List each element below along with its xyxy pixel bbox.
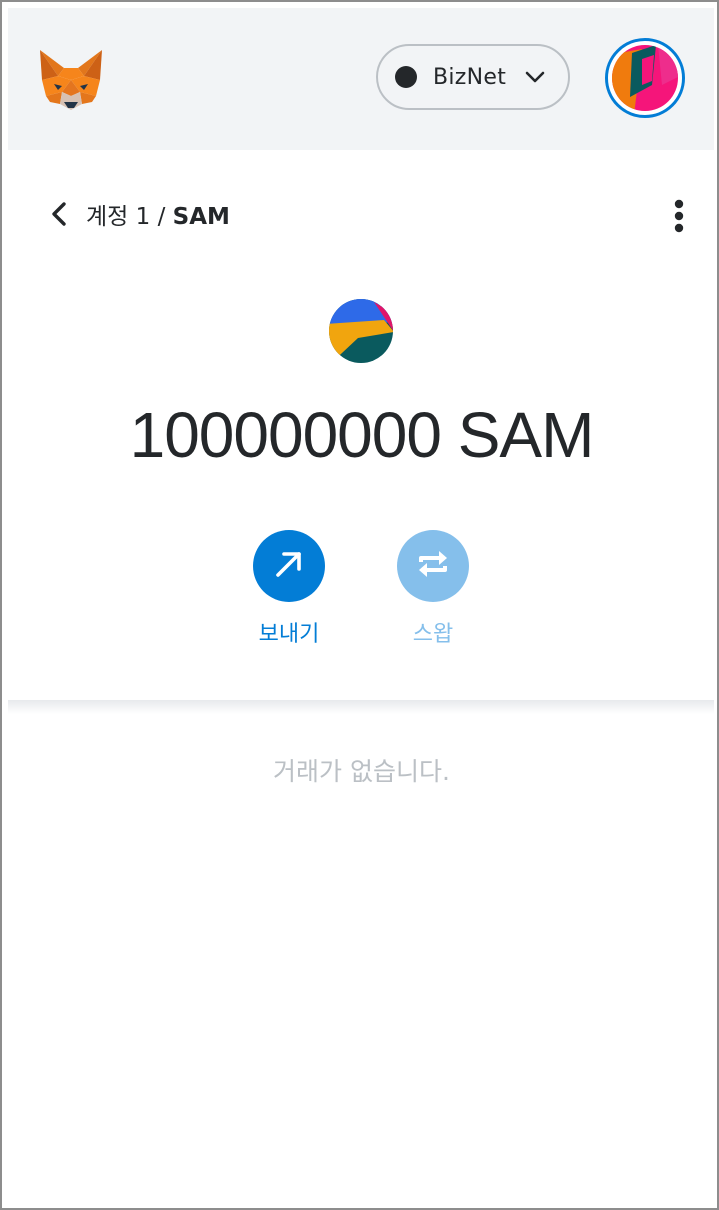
network-status-dot <box>395 66 417 88</box>
send-button[interactable] <box>253 530 325 602</box>
chevron-down-icon <box>524 66 546 88</box>
arrow-up-right-icon <box>272 547 306 585</box>
account-identicon[interactable] <box>605 38 685 118</box>
swap-button[interactable] <box>397 530 469 602</box>
breadcrumb-token: SAM <box>172 204 230 230</box>
swap-action: 스왑 <box>373 530 493 648</box>
metamask-fox-icon[interactable] <box>36 46 106 114</box>
network-selector[interactable]: BizNet <box>376 44 570 110</box>
asset-breadcrumb: 계정 1 / SAM <box>46 192 230 236</box>
wallet-window: BizNet 계정 1 / SAM 100000000 SAM 보내기 스왑 거… <box>0 0 719 1210</box>
chevron-left-icon[interactable] <box>46 200 74 228</box>
breadcrumb-text: 계정 1 / SAM <box>86 197 230 231</box>
app-header: BizNet <box>8 8 714 150</box>
token-balance: 100000000 SAM <box>129 399 595 471</box>
swap-arrows-icon <box>415 546 451 586</box>
no-transactions-message: 거래가 없습니다. <box>273 757 450 786</box>
network-name: BizNet <box>433 64 507 90</box>
section-divider <box>8 700 714 714</box>
breadcrumb-separator: / <box>150 204 173 230</box>
token-identicon <box>328 298 394 364</box>
breadcrumb-account[interactable]: 계정 1 <box>86 204 150 230</box>
send-action: 보내기 <box>229 530 349 648</box>
send-label[interactable]: 보내기 <box>259 616 320 648</box>
swap-label[interactable]: 스왑 <box>413 616 453 648</box>
kebab-menu-icon[interactable] <box>664 198 694 234</box>
